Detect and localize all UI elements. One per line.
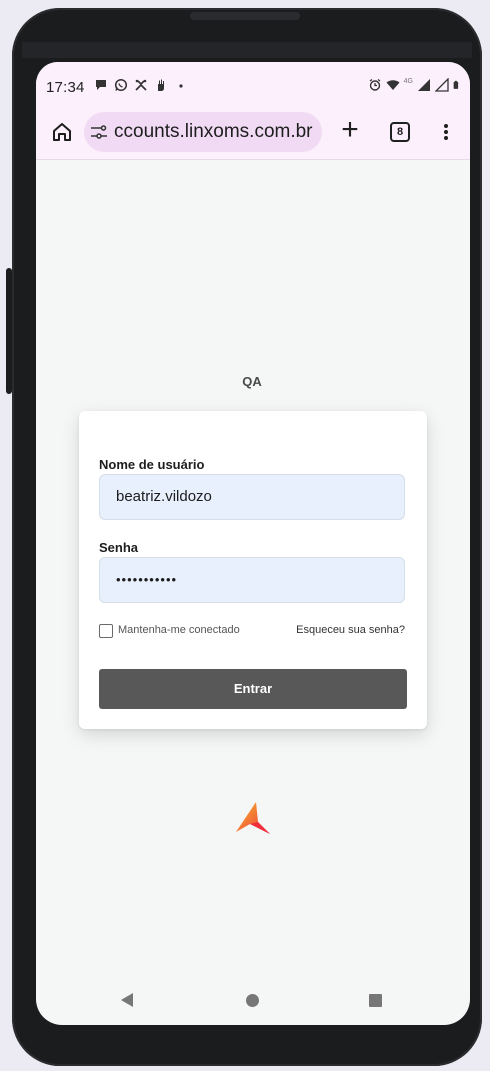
- remember-checkbox[interactable]: [99, 624, 113, 638]
- signal-empty-icon: [435, 78, 449, 92]
- login-card: Nome de usuário beatriz.vildozo Senha ••…: [79, 411, 427, 729]
- alarm-icon: [369, 78, 381, 91]
- phone-screen: 17:34 4G ccounts.linxoms.com.br + 8 QA N…: [36, 62, 470, 1025]
- new-tab-icon[interactable]: +: [336, 115, 364, 146]
- status-time: 17:34: [46, 79, 85, 96]
- more-menu-icon[interactable]: [442, 120, 450, 144]
- status-right-icons: 4G: [368, 78, 462, 92]
- forgot-password-link[interactable]: Esqueceu sua senha?: [296, 624, 405, 636]
- username-field[interactable]: beatriz.vildozo: [99, 474, 405, 520]
- site-settings-icon[interactable]: [90, 124, 108, 140]
- status-bar: 17:34 4G: [36, 62, 470, 104]
- browser-chrome: 17:34 4G ccounts.linxoms.com.br + 8: [36, 62, 470, 160]
- login-button[interactable]: Entrar: [99, 669, 407, 709]
- remember-row: Mantenha-me conectado Esqueceu sua senha…: [99, 623, 405, 641]
- phone-bezel-top: [22, 42, 472, 58]
- back-icon[interactable]: [120, 992, 134, 1008]
- url-text: ccounts.linxoms.com.br: [114, 121, 313, 142]
- dot-icon: [179, 84, 183, 88]
- brand-logo-icon: [236, 802, 270, 834]
- page-brand-title: QA: [242, 374, 262, 389]
- toolbar-divider: [36, 159, 470, 160]
- password-field[interactable]: •••••••••••: [99, 557, 405, 603]
- password-label: Senha: [99, 540, 139, 555]
- chat-bubble-icon: [96, 80, 106, 90]
- tab-switcher-button[interactable]: 8: [390, 122, 410, 142]
- android-nav-bar: [36, 982, 470, 1022]
- whatsapp-icon: [114, 78, 128, 92]
- battery-icon: [453, 80, 459, 89]
- phone-side-button: [6, 268, 12, 394]
- remember-label[interactable]: Mantenha-me conectado: [118, 624, 240, 636]
- home-circle-icon[interactable]: [246, 994, 259, 1007]
- status-left-icons: [94, 78, 188, 92]
- phone-speaker-slot: [190, 12, 300, 20]
- 4g-signal-icon: [418, 79, 430, 91]
- hand-icon: [158, 79, 164, 91]
- url-bar[interactable]: ccounts.linxoms.com.br: [84, 112, 322, 152]
- recents-square-icon[interactable]: [369, 994, 382, 1007]
- username-label: Nome de usuário: [99, 457, 205, 472]
- tools-icon: [135, 79, 147, 91]
- wifi-icon: [386, 80, 400, 90]
- home-icon[interactable]: [50, 120, 74, 144]
- browser-toolbar: ccounts.linxoms.com.br + 8: [36, 110, 470, 154]
- network-type-label: 4G: [403, 77, 413, 85]
